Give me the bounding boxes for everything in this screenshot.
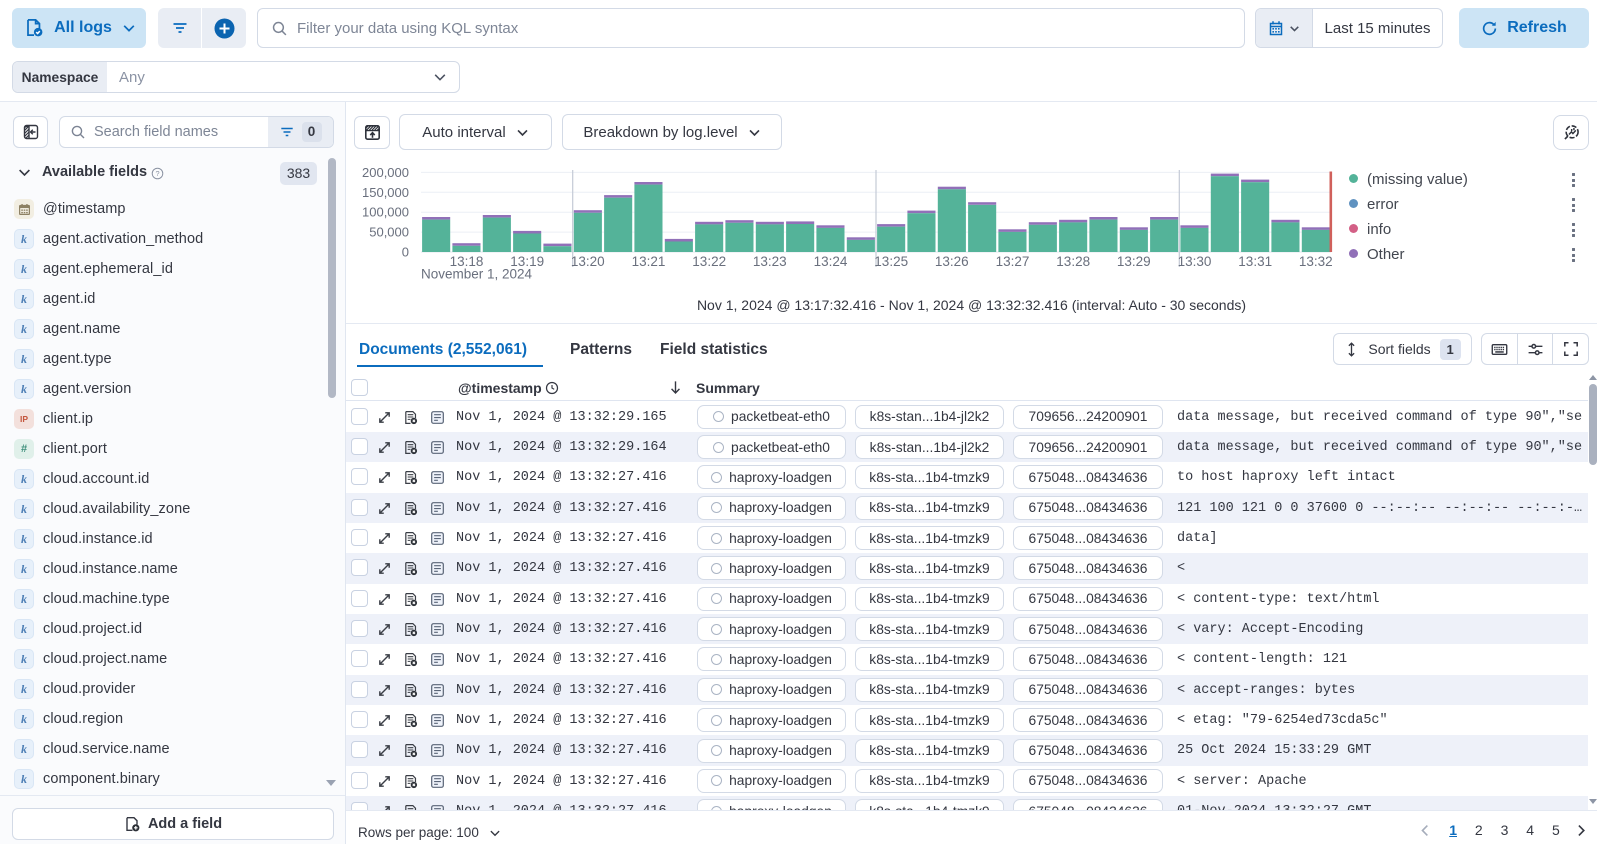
svg-text:100,000: 100,000 [362,205,409,220]
svg-text:November 1, 2024: November 1, 2024 [421,267,533,282]
svg-text:13:28: 13:28 [1056,254,1090,269]
svg-text:13:26: 13:26 [935,254,969,269]
svg-text:200,000: 200,000 [362,165,409,180]
svg-text:13:30: 13:30 [1178,254,1212,269]
svg-text:13:27: 13:27 [996,254,1030,269]
svg-text:?: ? [155,169,159,178]
svg-text:13:24: 13:24 [814,254,848,269]
svg-text:13:23: 13:23 [753,254,787,269]
svg-text:13:32: 13:32 [1299,254,1333,269]
svg-text:13:22: 13:22 [692,254,726,269]
svg-text:50,000: 50,000 [369,225,409,240]
svg-text:13:31: 13:31 [1238,254,1272,269]
svg-text:150,000: 150,000 [362,185,409,200]
svg-text:13:29: 13:29 [1117,254,1151,269]
svg-text:13:25: 13:25 [874,254,908,269]
svg-text:0: 0 [402,245,409,260]
svg-text:13:20: 13:20 [571,254,605,269]
svg-text:13:21: 13:21 [632,254,666,269]
